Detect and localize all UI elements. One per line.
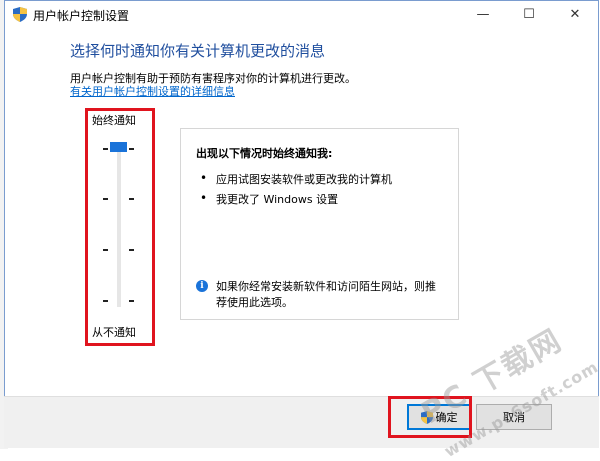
bullet-icon: •: [200, 191, 208, 205]
minimize-button[interactable]: —: [460, 1, 506, 28]
ok-highlight-box: [388, 396, 472, 438]
panel-bullet: 我更改了 Windows 设置: [216, 193, 339, 206]
recommendation-note: 如果你经常安装新软件和访问陌生网站，则推荐使用此选项。: [216, 280, 436, 309]
uac-shield-icon: [13, 7, 27, 22]
close-button[interactable]: ✕: [552, 1, 598, 28]
learn-more-link[interactable]: 有关用户帐户控制设置的详细信息: [70, 83, 235, 99]
page-heading: 选择何时通知你有关计算机更改的消息: [70, 42, 326, 60]
maximize-button[interactable]: ☐: [506, 1, 552, 28]
title-bar: 用户帐户控制设置 — ☐ ✕: [5, 1, 598, 28]
panel-bullet: 应用试图安装软件或更改我的计算机: [216, 173, 392, 186]
window-title: 用户帐户控制设置: [33, 9, 130, 23]
info-icon: i: [196, 280, 208, 292]
cancel-button[interactable]: 取消: [476, 404, 552, 430]
panel-title: 出现以下情况时始终通知我:: [196, 147, 333, 160]
slider-highlight-box: [85, 108, 155, 346]
bullet-icon: •: [200, 171, 208, 185]
